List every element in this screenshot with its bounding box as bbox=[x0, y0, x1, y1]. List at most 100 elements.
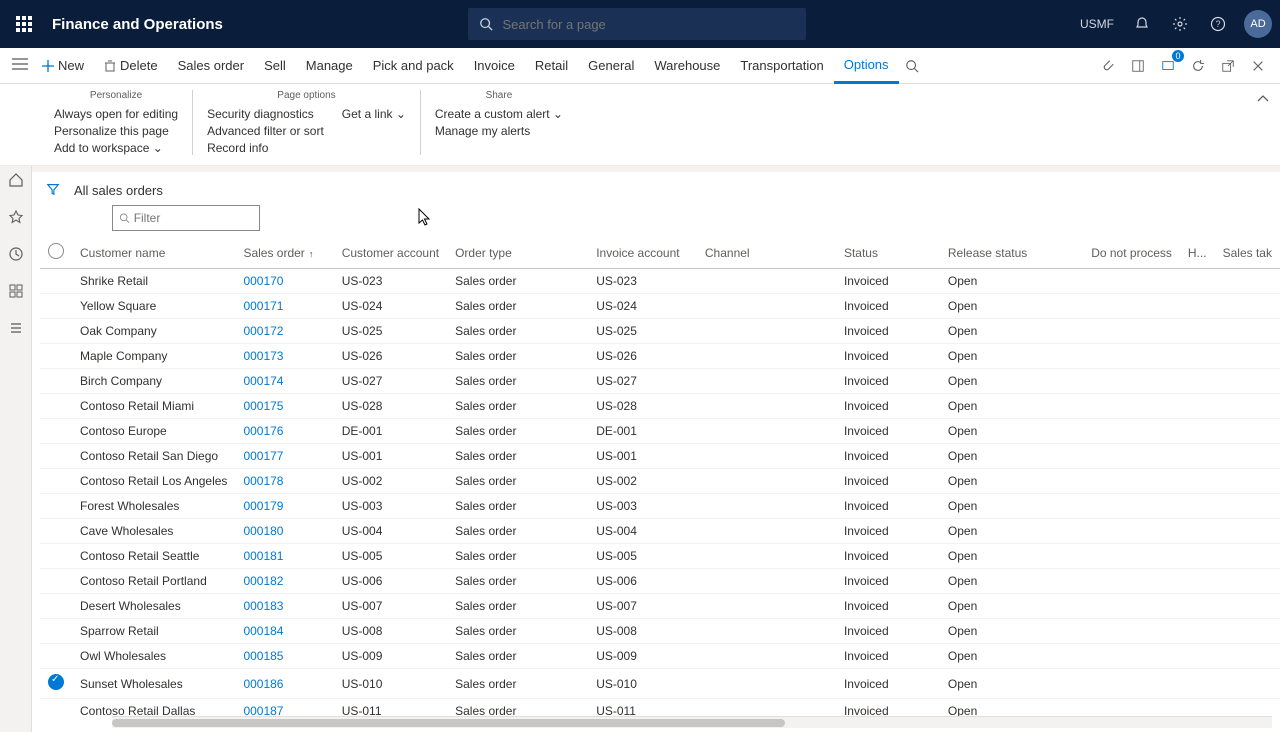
row-selector[interactable] bbox=[40, 544, 72, 569]
cell-so[interactable]: 000182 bbox=[235, 569, 333, 594]
cell-so[interactable]: 000173 bbox=[235, 344, 333, 369]
column-header-h[interactable]: H... bbox=[1180, 237, 1215, 269]
select-all-header[interactable] bbox=[40, 237, 72, 269]
table-row[interactable]: Sunset Wholesales000186US-010Sales order… bbox=[40, 669, 1280, 699]
close-icon[interactable] bbox=[1244, 52, 1272, 80]
popout-icon[interactable] bbox=[1214, 52, 1242, 80]
cell-so[interactable]: 000176 bbox=[235, 419, 333, 444]
column-header-channel[interactable]: Channel bbox=[697, 237, 836, 269]
workspaces-icon[interactable] bbox=[8, 283, 24, 302]
tab-invoice[interactable]: Invoice bbox=[464, 48, 525, 84]
table-row[interactable]: Contoso Europe000176DE-001Sales orderDE-… bbox=[40, 419, 1280, 444]
column-header-customer-name[interactable]: Customer name bbox=[72, 237, 235, 269]
ribbon-item-add-to-workspace[interactable]: Add to workspace ⌄ bbox=[54, 141, 178, 155]
table-row[interactable]: Contoso Retail Seattle000181US-005Sales … bbox=[40, 544, 1280, 569]
user-avatar[interactable]: AD bbox=[1244, 10, 1272, 38]
row-selector[interactable] bbox=[40, 699, 72, 717]
row-selector[interactable] bbox=[40, 369, 72, 394]
table-row[interactable]: Contoso Retail Los Angeles000178US-002Sa… bbox=[40, 469, 1280, 494]
row-selector[interactable] bbox=[40, 444, 72, 469]
row-selector[interactable] bbox=[40, 669, 72, 699]
app-launcher-icon[interactable] bbox=[8, 8, 40, 40]
row-selector[interactable] bbox=[40, 344, 72, 369]
cell-so[interactable]: 000174 bbox=[235, 369, 333, 394]
notifications-icon[interactable] bbox=[1126, 8, 1158, 40]
row-selector[interactable] bbox=[40, 519, 72, 544]
table-row[interactable]: Cave Wholesales000180US-004Sales orderUS… bbox=[40, 519, 1280, 544]
table-row[interactable]: Shrike Retail000170US-023Sales orderUS-0… bbox=[40, 269, 1280, 294]
global-search-input[interactable] bbox=[502, 17, 796, 32]
table-row[interactable]: Contoso Retail Portland000182US-006Sales… bbox=[40, 569, 1280, 594]
filter-pane-icon[interactable] bbox=[46, 182, 60, 199]
cell-so[interactable]: 000184 bbox=[235, 619, 333, 644]
tab-pick-and-pack[interactable]: Pick and pack bbox=[363, 48, 464, 84]
table-row[interactable]: Forest Wholesales000179US-003Sales order… bbox=[40, 494, 1280, 519]
messages-icon[interactable]: 0 bbox=[1154, 52, 1182, 80]
ribbon-item-advanced-filter-or-sort[interactable]: Advanced filter or sort bbox=[207, 124, 324, 138]
row-selector[interactable] bbox=[40, 394, 72, 419]
cell-so[interactable]: 000177 bbox=[235, 444, 333, 469]
tab-sales-order[interactable]: Sales order bbox=[168, 48, 254, 84]
cell-so[interactable]: 000180 bbox=[235, 519, 333, 544]
attachments-icon[interactable] bbox=[1094, 52, 1122, 80]
tab-manage[interactable]: Manage bbox=[296, 48, 363, 84]
row-selector[interactable] bbox=[40, 594, 72, 619]
ribbon-item-record-info[interactable]: Record info bbox=[207, 141, 324, 155]
side-panel-icon[interactable] bbox=[1124, 52, 1152, 80]
row-selector[interactable] bbox=[40, 619, 72, 644]
tab-sell[interactable]: Sell bbox=[254, 48, 296, 84]
cell-so[interactable]: 000183 bbox=[235, 594, 333, 619]
column-header-status[interactable]: Status bbox=[836, 237, 940, 269]
table-row[interactable]: Oak Company000172US-025Sales orderUS-025… bbox=[40, 319, 1280, 344]
horizontal-scrollbar[interactable] bbox=[112, 716, 1272, 728]
row-selector[interactable] bbox=[40, 494, 72, 519]
column-header-invoice-account[interactable]: Invoice account bbox=[588, 237, 697, 269]
table-row[interactable]: Desert Wholesales000183US-007Sales order… bbox=[40, 594, 1280, 619]
column-header-customer-account[interactable]: Customer account bbox=[334, 237, 447, 269]
delete-button[interactable]: Delete bbox=[94, 48, 168, 84]
help-icon[interactable]: ? bbox=[1202, 8, 1234, 40]
inline-search-button[interactable] bbox=[899, 48, 925, 84]
refresh-icon[interactable] bbox=[1184, 52, 1212, 80]
company-picker[interactable]: USMF bbox=[1080, 17, 1114, 31]
row-selector[interactable] bbox=[40, 469, 72, 494]
cell-so[interactable]: 000187 bbox=[235, 699, 333, 717]
grid-filter-input[interactable] bbox=[134, 211, 253, 225]
collapse-ribbon-icon[interactable] bbox=[1256, 92, 1270, 107]
global-search[interactable] bbox=[468, 8, 806, 40]
cell-so[interactable]: 000171 bbox=[235, 294, 333, 319]
cell-so[interactable]: 000186 bbox=[235, 669, 333, 699]
row-selector[interactable] bbox=[40, 419, 72, 444]
column-header-release-status[interactable]: Release status bbox=[940, 237, 1083, 269]
column-header-sales-tak[interactable]: Sales tak bbox=[1215, 237, 1280, 269]
cell-so[interactable]: 000185 bbox=[235, 644, 333, 669]
settings-icon[interactable] bbox=[1164, 8, 1196, 40]
home-icon[interactable] bbox=[8, 172, 24, 191]
column-header-sales-order[interactable]: Sales order↑ bbox=[235, 237, 333, 269]
new-button[interactable]: New bbox=[32, 48, 94, 84]
ribbon-item-create-a-custom-alert[interactable]: Create a custom alert ⌄ bbox=[435, 107, 563, 121]
ribbon-item-security-diagnostics[interactable]: Security diagnostics bbox=[207, 107, 324, 121]
table-row[interactable]: Contoso Retail Miami000175US-028Sales or… bbox=[40, 394, 1280, 419]
row-selector[interactable] bbox=[40, 294, 72, 319]
table-row[interactable]: Contoso Retail Dallas000187US-011Sales o… bbox=[40, 699, 1280, 717]
cell-so[interactable]: 000175 bbox=[235, 394, 333, 419]
tab-retail[interactable]: Retail bbox=[525, 48, 578, 84]
recent-icon[interactable] bbox=[8, 246, 24, 265]
cell-so[interactable]: 000178 bbox=[235, 469, 333, 494]
cell-so[interactable]: 000170 bbox=[235, 269, 333, 294]
favorites-icon[interactable] bbox=[8, 209, 24, 228]
ribbon-item-always-open-for-editing[interactable]: Always open for editing bbox=[54, 107, 178, 121]
tab-options[interactable]: Options bbox=[834, 48, 899, 84]
ribbon-item-manage-my-alerts[interactable]: Manage my alerts bbox=[435, 124, 563, 138]
grid-filter[interactable] bbox=[112, 205, 260, 231]
table-row[interactable]: Maple Company000173US-026Sales orderUS-0… bbox=[40, 344, 1280, 369]
column-header-order-type[interactable]: Order type bbox=[447, 237, 588, 269]
table-row[interactable]: Yellow Square000171US-024Sales orderUS-0… bbox=[40, 294, 1280, 319]
table-row[interactable]: Contoso Retail San Diego000177US-001Sale… bbox=[40, 444, 1280, 469]
hamburger-icon[interactable] bbox=[8, 58, 32, 73]
tab-general[interactable]: General bbox=[578, 48, 644, 84]
row-selector[interactable] bbox=[40, 269, 72, 294]
row-selector[interactable] bbox=[40, 319, 72, 344]
cell-so[interactable]: 000181 bbox=[235, 544, 333, 569]
